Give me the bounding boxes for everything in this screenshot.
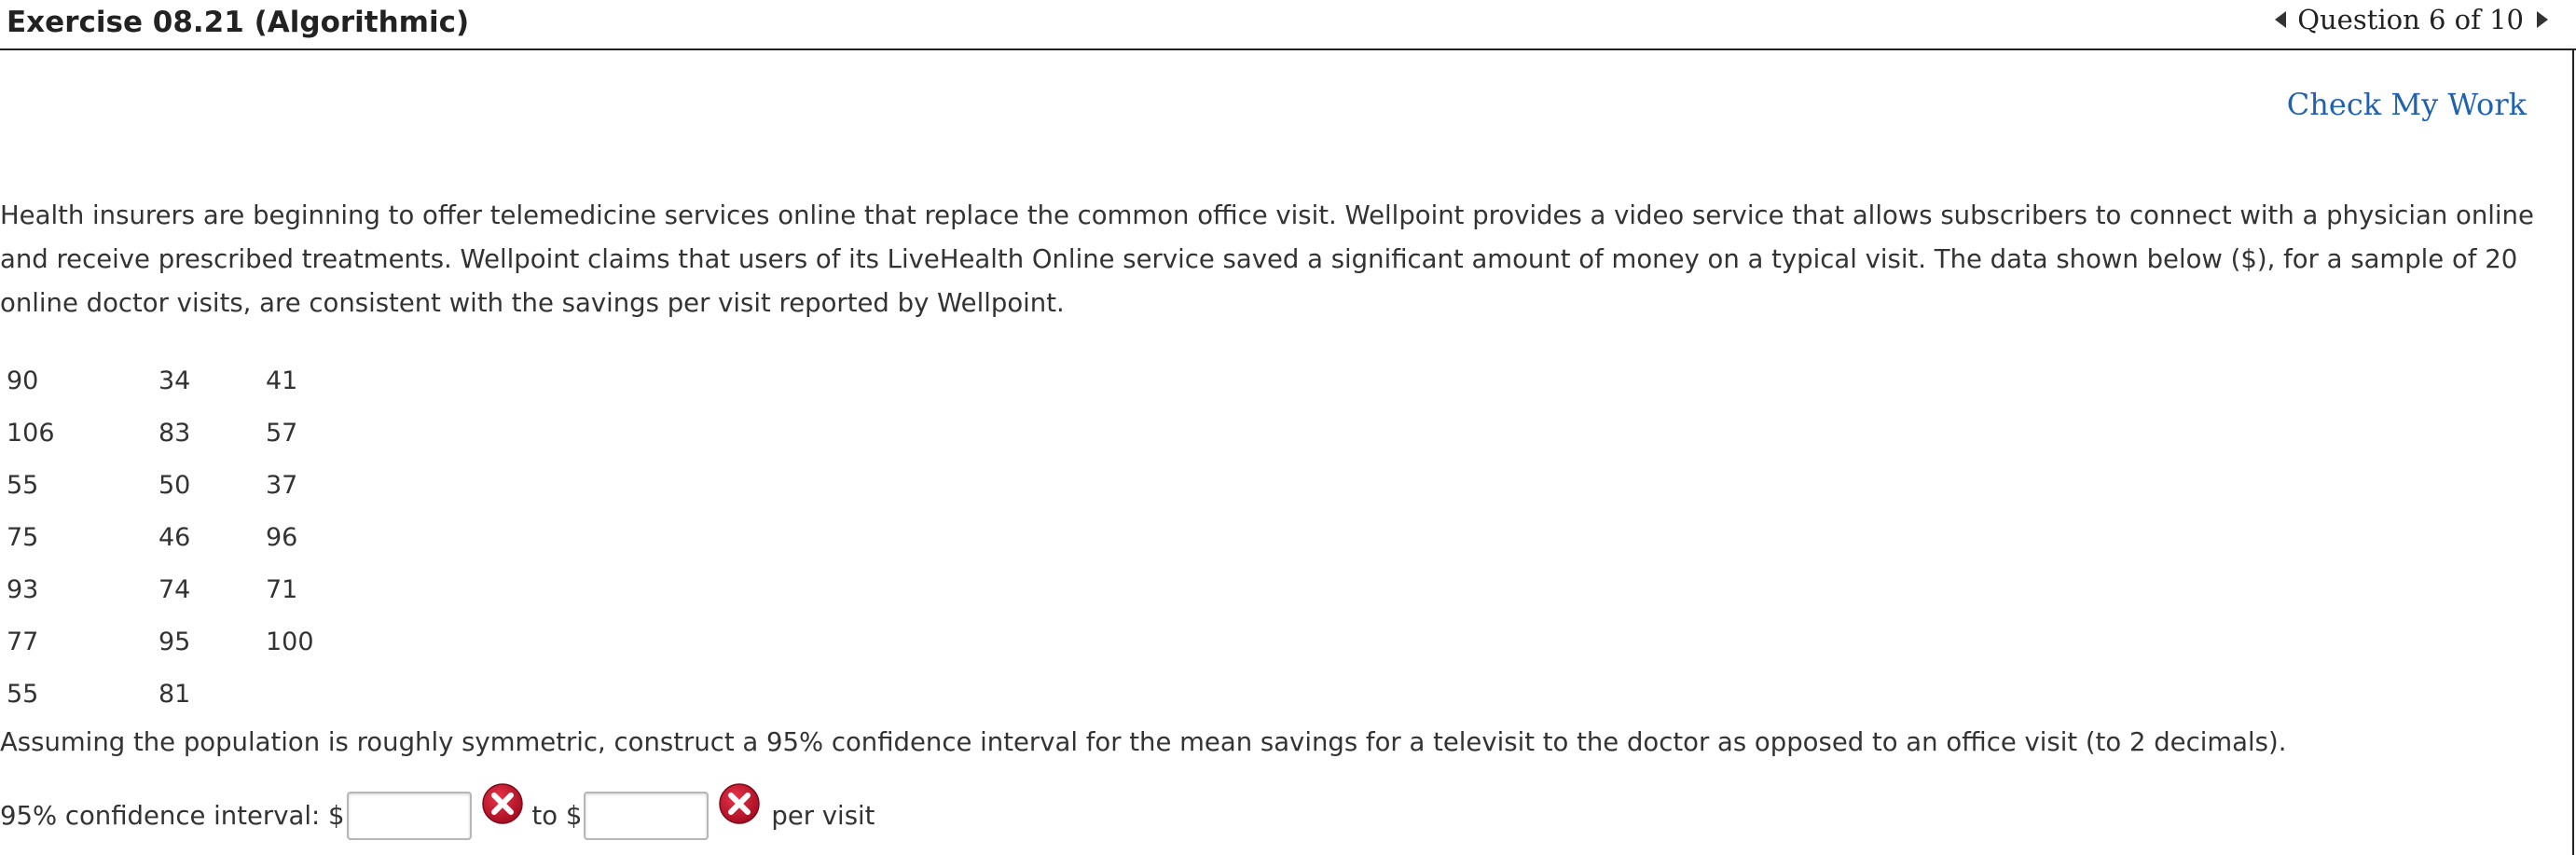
- data-table-row: 55 81: [7, 668, 340, 720]
- confidence-interval-label: 95% confidence interval: $: [0, 801, 345, 831]
- data-table-cell: 41: [266, 365, 298, 395]
- data-table-cell: 57: [266, 418, 298, 448]
- question-counter: Question 6 of 10: [2297, 4, 2524, 35]
- data-table-cell: 71: [266, 574, 298, 604]
- data-table-cell: 100: [266, 627, 314, 656]
- unit-label: per visit: [771, 801, 875, 831]
- question-intro: Health insurers are beginning to offer t…: [0, 200, 2534, 318]
- incorrect-x-icon: [481, 783, 523, 824]
- previous-question-icon[interactable]: [2275, 11, 2287, 28]
- exercise-title: Exercise 08.21 (Algorithmic): [7, 6, 470, 39]
- data-table-cell: 83: [158, 418, 191, 448]
- next-question-icon[interactable]: [2537, 11, 2548, 28]
- data-table-cell: 34: [158, 365, 191, 395]
- data-table-cell: 96: [266, 522, 298, 552]
- panel-border: [2572, 50, 2574, 855]
- question-navigation: Question 6 of 10: [2275, 3, 2548, 36]
- lower-bound-input[interactable]: [346, 792, 472, 840]
- to-label: to $: [531, 801, 583, 831]
- data-table-cell: 77: [7, 627, 39, 656]
- data-table-cell: 55: [7, 679, 39, 709]
- data-table-cell: 55: [7, 470, 39, 500]
- data-table-row: 55 50 37: [7, 459, 340, 511]
- answer-row: 95% confidence interval: $ to $ per visi…: [0, 783, 875, 843]
- incorrect-x-icon: [719, 783, 761, 824]
- data-table-cell: 106: [7, 418, 55, 448]
- exercise-header: Exercise 08.21 (Algorithmic) Question 6 …: [0, 0, 2576, 50]
- data-table-cell: 93: [7, 574, 39, 604]
- data-table-cell: 50: [158, 470, 191, 500]
- data-table-cell: 95: [158, 627, 191, 656]
- data-table-cell: 46: [158, 522, 191, 552]
- data-table-row: 106 83 57: [7, 407, 340, 459]
- data-table-cell: 90: [7, 365, 39, 395]
- data-table-row: 93 74 71: [7, 563, 340, 615]
- savings-data-table: 90 34 41 106 83 57 55 50 37 75 46 96 93 74 71 77 95 100 55…: [7, 354, 340, 720]
- check-my-work-link[interactable]: Check My Work: [2287, 87, 2527, 122]
- data-table-cell: 37: [266, 470, 298, 500]
- data-table-cell: 81: [158, 679, 191, 709]
- question-instruction: Assuming the population is roughly symme…: [0, 727, 2287, 757]
- data-table-row: 90 34 41: [7, 354, 340, 407]
- upper-bound-input[interactable]: [584, 792, 709, 840]
- data-table-cell: 75: [7, 522, 39, 552]
- data-table-row: 77 95 100: [7, 615, 340, 668]
- data-table-row: 75 46 96: [7, 511, 340, 563]
- data-table-cell: [266, 668, 340, 720]
- data-table-cell: 74: [158, 574, 191, 604]
